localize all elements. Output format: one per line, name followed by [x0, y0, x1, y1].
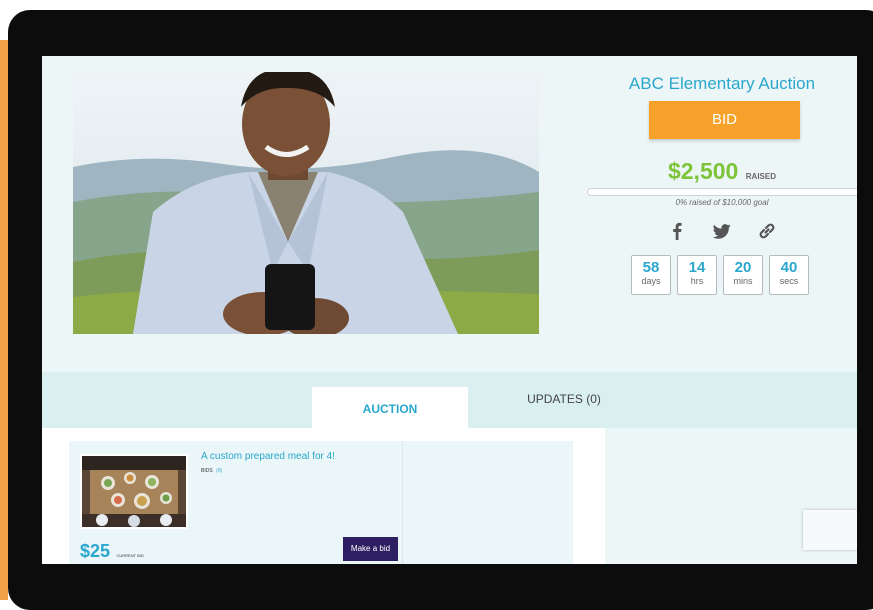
make-bid-button[interactable]: Make a bid [343, 537, 398, 561]
raised-amount: $2,500 [667, 158, 739, 184]
countdown-seconds: 40 secs [769, 255, 809, 295]
countdown-hours: 14 hrs [677, 255, 717, 295]
raised-label: RAISED [745, 172, 777, 181]
background-edge [0, 40, 8, 600]
countdown-value: 20 [734, 259, 752, 276]
share-row [667, 221, 777, 241]
item-title[interactable]: A custom prepared meal for 4! [201, 451, 335, 462]
countdown-value: 14 [688, 259, 706, 276]
countdown-unit: hrs [690, 276, 704, 286]
card-divider [402, 441, 403, 564]
link-icon[interactable] [757, 221, 777, 241]
bids-label: BIDS [201, 468, 213, 474]
screen: ABC Elementary Auction BID $2,500 RAISED… [42, 56, 857, 564]
goal-text: 0% raised of $10,000 goal [675, 198, 769, 207]
countdown-unit: mins [733, 276, 753, 286]
tablet-frame: ABC Elementary Auction BID $2,500 RAISED… [8, 10, 873, 610]
countdown-timer: 58 days 14 hrs 20 mins 40 secs [631, 255, 809, 295]
progress-bar [587, 188, 857, 196]
bid-button[interactable]: BID [649, 101, 800, 139]
countdown-value: 40 [780, 259, 798, 276]
countdown-days: 58 days [631, 255, 671, 295]
current-bid: $25 CURRENT BID [80, 541, 144, 562]
tab-updates[interactable]: UPDATES (0) [494, 392, 634, 406]
bids-count: (0) [216, 468, 223, 474]
countdown-unit: days [641, 276, 661, 286]
tab-auction[interactable]: AUCTION [312, 387, 468, 433]
countdown-unit: secs [779, 276, 799, 286]
countdown-minutes: 20 mins [723, 255, 763, 295]
hero-image [73, 72, 539, 334]
facebook-icon[interactable] [667, 221, 687, 241]
item-thumbnail[interactable] [80, 454, 188, 529]
page-title: ABC Elementary Auction [628, 74, 816, 93]
countdown-value: 58 [642, 259, 660, 276]
raised-summary: $2,500 RAISED [602, 158, 842, 185]
recaptcha-badge [803, 510, 857, 550]
current-bid-label: CURRENT BID [116, 553, 144, 558]
twitter-icon[interactable] [712, 221, 732, 241]
bids-info: BIDS (0) [201, 468, 222, 474]
current-bid-amount: $25 [80, 541, 111, 561]
